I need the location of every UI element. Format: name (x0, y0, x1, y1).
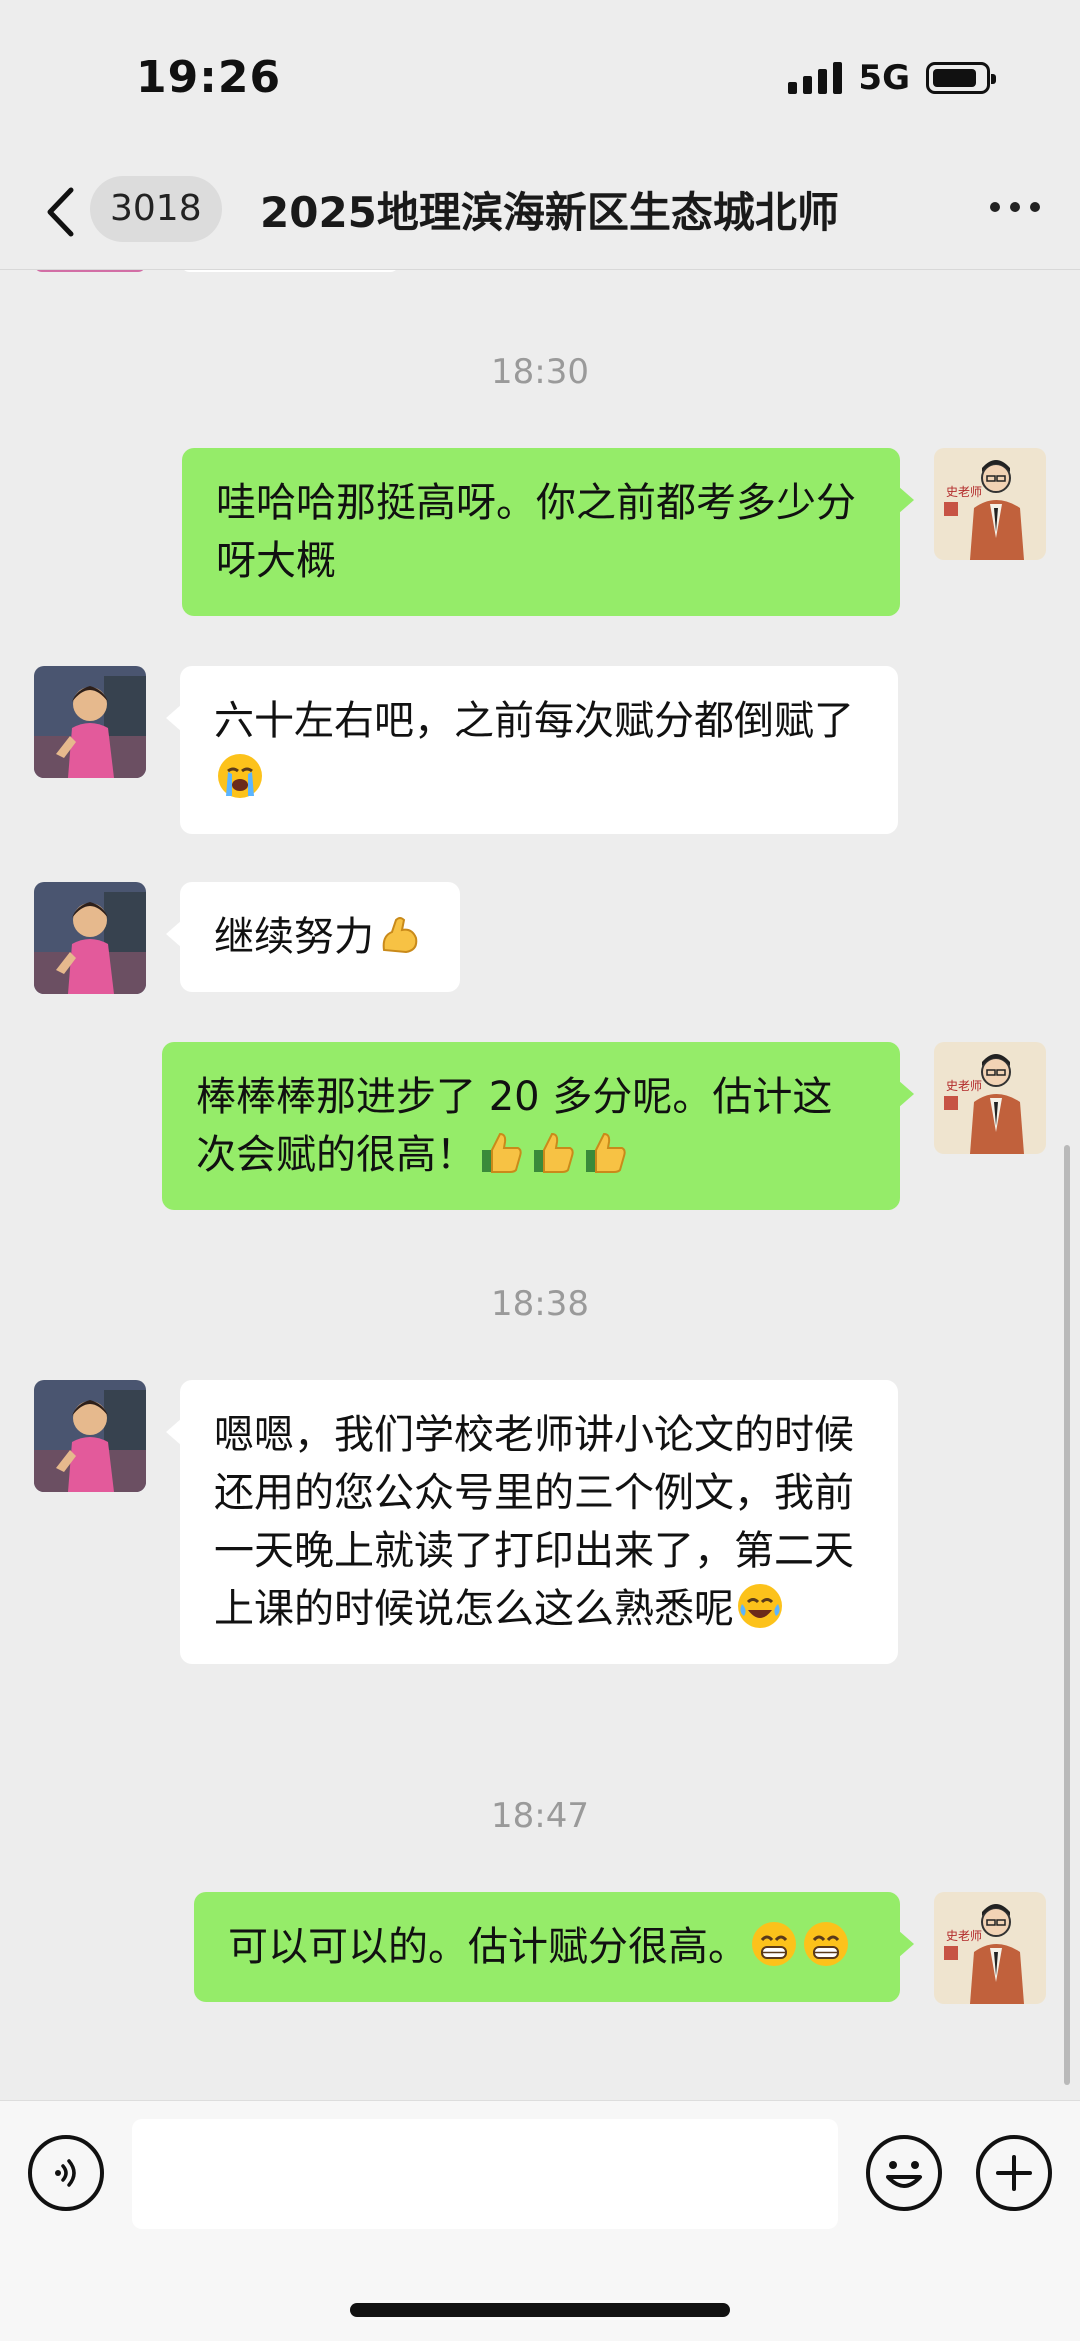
message-text: 可以可以的。估计赋分很高。 (228, 1924, 748, 1970)
smiley-icon (886, 2161, 922, 2188)
home-indicator[interactable] (350, 2303, 730, 2317)
svg-text:史老师: 史老师 (946, 485, 982, 499)
teacher-avatar-icon: 史老师 (934, 1892, 1046, 2004)
status-time: 19:26 (136, 52, 282, 103)
student-avatar-icon (34, 882, 146, 994)
timestamp: 18:47 (491, 1796, 589, 1836)
network-type: 5G (858, 58, 910, 98)
message-bubble-outgoing[interactable]: 哇哈哈那挺高呀。你之前都考多少分呀大概 (182, 448, 914, 616)
loudly-crying-face-icon (218, 754, 262, 798)
avatar-teacher[interactable]: 史老师 (934, 448, 1046, 560)
message-bubble-outgoing[interactable]: 可以可以的。估计赋分很高。 (194, 1892, 914, 2002)
chevron-left-icon (47, 187, 74, 237)
message-bubble-incoming[interactable]: 六十左右吧，之前每次赋分都倒赋了 (166, 666, 898, 834)
scrollbar[interactable] (1064, 1145, 1070, 2085)
timestamp: 18:38 (491, 1284, 589, 1324)
chat-title[interactable]: 2025地理滨海新区生态城北师 (260, 182, 900, 244)
teacher-avatar-icon: 史老师 (934, 1042, 1046, 1154)
avatar-student[interactable] (34, 882, 146, 994)
grinning-face-icon (804, 1922, 848, 1966)
message-list[interactable]: 18:30 哇哈哈那挺高呀。你之前都考多少分呀大概 史老师 六十左右吧，之前每次… (0, 270, 1080, 2100)
message-bubble-incoming[interactable]: 继续努力 (166, 882, 460, 992)
student-avatar-icon (34, 1380, 146, 1492)
voice-icon (55, 2159, 76, 2187)
message-text: 继续努力 (214, 914, 374, 960)
nav-bar: 3018 2025地理滨海新区生态城北师 (0, 160, 1080, 270)
avatar-teacher[interactable]: 史老师 (934, 1042, 1046, 1154)
thumbs-up-icon (534, 1132, 574, 1173)
battery-level (933, 69, 976, 87)
avatar-student[interactable] (34, 1380, 146, 1492)
face-with-tears-of-joy-icon (738, 1584, 782, 1628)
avatar-student[interactable] (34, 666, 146, 778)
emoji-button[interactable] (866, 2135, 942, 2211)
status-bar: 19:26 5G (0, 0, 1080, 160)
message-text: 哇哈哈那挺高呀。你之前都考多少分呀大概 (216, 480, 856, 584)
chat-screen: 19:26 5G 3018 2025地理滨海新区生态城北师 18:30 哇哈哈那… (0, 0, 1080, 2341)
timestamp: 18:30 (491, 352, 589, 392)
message-input[interactable] (132, 2119, 838, 2229)
message-bubble[interactable] (180, 270, 400, 272)
message-bubble-incoming[interactable]: 嗯嗯，我们学校老师讲小论文的时候还用的您公众号里的三个例文，我前一天晚上就读了打… (166, 1380, 898, 1664)
svg-text:史老师: 史老师 (946, 1079, 982, 1093)
unread-count-badge[interactable]: 3018 (90, 176, 222, 242)
signal-icon (788, 62, 843, 94)
teacher-avatar-icon: 史老师 (934, 448, 1046, 560)
svg-text:史老师: 史老师 (946, 1929, 982, 1943)
flexed-biceps-icon (382, 917, 418, 954)
more-functions-button[interactable] (976, 2135, 1052, 2211)
thumbs-up-icon (482, 1132, 522, 1173)
message-bubble-outgoing[interactable]: 棒棒棒那进步了 20 多分呢。估计这次会赋的很高！ (162, 1042, 914, 1210)
grinning-face-icon (752, 1922, 796, 1966)
message-text: 六十左右吧，之前每次赋分都倒赋了 (214, 698, 854, 744)
voice-input-button[interactable] (28, 2135, 104, 2211)
more-options-icon[interactable] (990, 202, 1040, 212)
avatar[interactable] (34, 270, 146, 272)
thumbs-up-icon (586, 1132, 626, 1173)
status-indicators: 5G (788, 58, 996, 98)
student-avatar-icon (34, 666, 146, 778)
battery-icon (926, 62, 996, 94)
plus-icon (996, 2155, 1032, 2191)
avatar-teacher[interactable]: 史老师 (934, 1892, 1046, 2004)
back-button[interactable] (40, 182, 80, 242)
